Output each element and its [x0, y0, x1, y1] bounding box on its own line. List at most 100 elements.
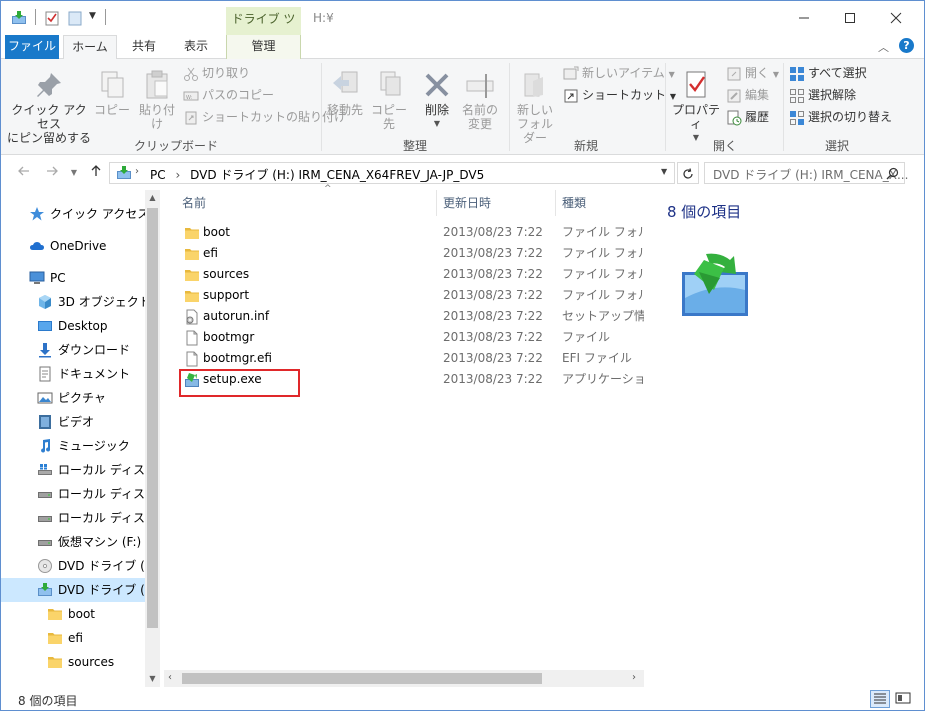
nav-item[interactable]: ローカル ディスク (E [1, 506, 145, 530]
breadcrumb: PC › DVD ドライブ (H:) IRM_CENA_X64FREV_JA-J… [150, 166, 484, 183]
select-all-icon [790, 66, 804, 81]
select-all-button[interactable]: すべて選択 [789, 63, 867, 83]
edit-label: 編集 [745, 88, 770, 102]
copy-button[interactable]: コピー [94, 69, 130, 117]
recent-locations-dropdown-icon[interactable]: ▼ [65, 164, 83, 182]
horizontal-scroll-thumb[interactable] [182, 673, 542, 684]
tab-view[interactable]: 表示 [171, 35, 221, 59]
breadcrumb-dvd-drive[interactable]: DVD ドライブ (H:) IRM_CENA_X64FREV_JA-JP_DV5 [190, 168, 484, 182]
properties-quick-icon[interactable] [44, 10, 60, 26]
file-list-horizontal-scrollbar[interactable]: ‹ › [164, 670, 644, 687]
nav-item[interactable]: boot [1, 602, 145, 626]
move-to-button[interactable]: 移動先 [325, 69, 365, 117]
music-icon [41, 439, 51, 453]
nav-item[interactable]: sources [1, 650, 145, 674]
nav-item[interactable]: OneDrive [1, 234, 145, 258]
column-header-date[interactable]: 更新日時 [443, 190, 553, 216]
back-button[interactable] [15, 164, 33, 182]
nav-item[interactable]: DVD ドライブ (G:) [1, 554, 145, 578]
file-name: support [203, 288, 250, 302]
nav-item-label: ダウンロード [58, 343, 131, 357]
nav-item[interactable]: ダウンロード [1, 338, 145, 362]
tab-home[interactable]: ホーム [63, 35, 117, 60]
nav-scroll-thumb[interactable] [147, 208, 158, 628]
file-row[interactable]: efi 2013/08/23 7:22 ファイル フォルダー [164, 243, 644, 264]
edit-button[interactable]: 編集 [726, 85, 769, 105]
nav-item[interactable]: ローカル ディスク (C [1, 458, 145, 482]
computer-icon [29, 271, 45, 284]
select-none-button[interactable]: 選択解除 [789, 85, 856, 105]
nav-item[interactable]: Desktop [1, 314, 145, 338]
scroll-left-icon[interactable]: ‹ [168, 672, 172, 683]
search-icon[interactable] [886, 167, 899, 180]
scroll-right-icon[interactable]: › [632, 672, 636, 683]
breadcrumb-pc[interactable]: PC [150, 168, 166, 182]
details-view-button[interactable] [870, 690, 890, 708]
file-row[interactable]: autorun.inf 2013/08/23 7:22 セットアップ情報 [164, 306, 644, 327]
file-date: 2013/08/23 7:22 [443, 288, 543, 302]
search-box[interactable]: DVD ドライブ (H:) IRM_CENA_X... [704, 162, 908, 184]
minimize-button[interactable] [781, 1, 827, 35]
large-icons-view-button[interactable] [894, 690, 914, 708]
new-item-button[interactable]: 新しいアイテム ▼ [563, 63, 675, 83]
paste-button[interactable]: 貼り付け [134, 69, 180, 131]
rename-button[interactable]: 名前の 変更 [459, 69, 501, 131]
copy-path-button[interactable]: W: パスのコピー [183, 85, 274, 105]
address-bar[interactable]: › PC › DVD ドライブ (H:) IRM_CENA_X64FREV_JA… [109, 162, 675, 184]
file-row[interactable]: support 2013/08/23 7:22 ファイル フォルダー [164, 285, 644, 306]
delete-button[interactable]: 削除 ▼ [419, 69, 455, 131]
cut-button[interactable]: 切り取り [183, 63, 250, 83]
new-folder-quick-icon[interactable] [67, 10, 83, 26]
new-folder-button[interactable]: 新しい フォルダー [512, 69, 558, 145]
nav-item[interactable]: ピクチャ [1, 386, 145, 410]
scroll-down-icon[interactable]: ▼ [145, 671, 160, 687]
nav-item[interactable]: 仮想マシン (F:) [1, 530, 145, 554]
pin-to-quick-access-button[interactable]: クイック アクセス にピン留めする [7, 69, 91, 145]
file-type: ファイル フォルダー [562, 225, 644, 239]
file-icon [186, 330, 198, 346]
column-header-type[interactable]: 種類 [562, 190, 642, 216]
forward-arrow-icon [47, 166, 58, 176]
maximize-button[interactable] [827, 1, 873, 35]
file-row[interactable]: bootmgr.efi 2013/08/23 7:22 EFI ファイル [164, 348, 644, 369]
nav-scrollbar[interactable]: ▲ ▼ [145, 190, 160, 687]
nav-item[interactable]: ドキュメント [1, 362, 145, 386]
up-button[interactable] [87, 164, 105, 182]
easy-access-button[interactable]: ショートカット ▼ [563, 85, 676, 105]
invert-selection-button[interactable]: 選択の切り替え [789, 107, 892, 127]
scroll-up-icon[interactable]: ▲ [145, 190, 160, 206]
nav-item[interactable]: PC [1, 266, 145, 290]
tab-manage[interactable]: 管理 [226, 35, 301, 59]
nav-item[interactable]: クイック アクセス [1, 202, 145, 226]
close-button[interactable] [873, 1, 919, 35]
open-button[interactable]: 開く ▼ [726, 63, 779, 83]
quick-access-dropdown-icon[interactable]: ▼ [89, 11, 96, 21]
nav-item[interactable]: ローカル ディスク (D [1, 482, 145, 506]
nav-item[interactable]: efi [1, 626, 145, 650]
collapse-ribbon-icon[interactable]: ︿ [878, 39, 889, 55]
history-button[interactable]: 履歴 [726, 107, 769, 127]
tab-share[interactable]: 共有 [119, 35, 169, 59]
search-input[interactable]: DVD ドライブ (H:) IRM_CENA_X... [713, 166, 908, 183]
properties-label: プロパティ [671, 103, 720, 131]
column-header-name[interactable]: 名前 [182, 190, 437, 216]
tab-file[interactable]: ファイル [5, 35, 59, 59]
copy-to-button[interactable]: コピー先 [367, 69, 411, 131]
file-row[interactable]: bootmgr 2013/08/23 7:22 ファイル [164, 327, 644, 348]
file-row[interactable]: boot 2013/08/23 7:22 ファイル フォルダー [164, 222, 644, 243]
file-name: boot [203, 225, 231, 239]
nav-item[interactable]: ビデオ [1, 410, 145, 434]
minimize-icon [799, 17, 809, 19]
column-separator[interactable] [436, 190, 437, 216]
nav-item[interactable]: DVD ドライブ (H:) [1, 578, 145, 602]
properties-button[interactable]: プロパティ ▼ [669, 69, 723, 145]
refresh-button[interactable] [677, 162, 699, 184]
copy-to-label: コピー先 [370, 103, 407, 131]
file-row[interactable]: sources 2013/08/23 7:22 ファイル フォルダー [164, 264, 644, 285]
nav-item[interactable]: 3D オブジェクト [1, 290, 145, 314]
forward-button[interactable] [43, 164, 61, 182]
address-dropdown-icon[interactable]: ▼ [661, 167, 667, 176]
help-icon[interactable]: ? [899, 38, 914, 53]
column-separator[interactable] [555, 190, 556, 216]
nav-item[interactable]: ミュージック [1, 434, 145, 458]
